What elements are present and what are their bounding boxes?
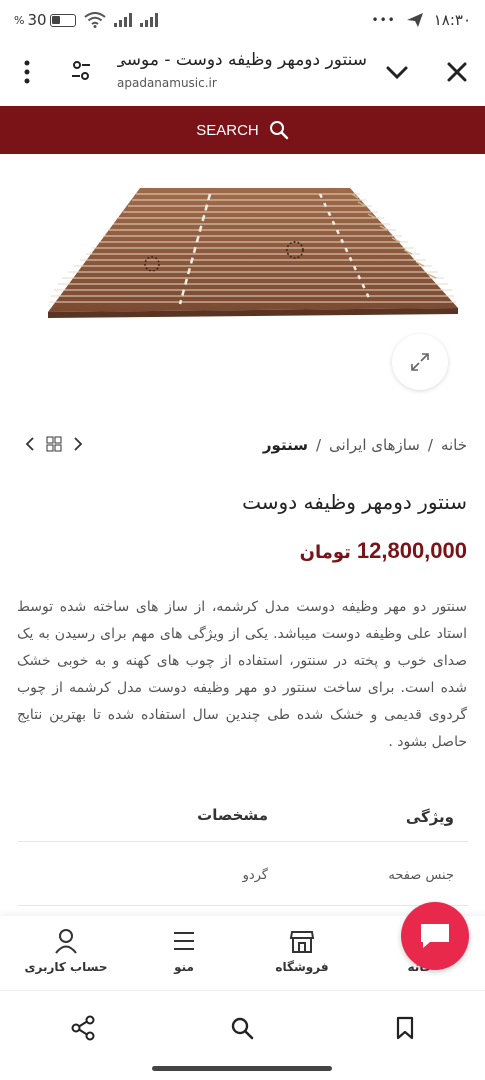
grid-icon[interactable] <box>46 436 62 452</box>
wifi-icon <box>83 12 106 28</box>
page-title: سنتور دومهر وظیفه دوست - موسی.. <box>117 50 367 70</box>
tab-account[interactable]: حساب کاربری <box>16 928 116 974</box>
zoom-button[interactable] <box>392 334 448 390</box>
price-currency: تومان <box>299 542 351 563</box>
chevron-left-icon[interactable] <box>24 437 36 451</box>
chat-button[interactable] <box>401 902 469 970</box>
tab-shop[interactable]: فروشگاه <box>252 928 352 974</box>
search-icon <box>269 121 288 140</box>
breadcrumb-home[interactable]: خانه <box>441 436 467 454</box>
product-image[interactable] <box>40 180 460 320</box>
breadcrumb-current: سنتور <box>262 436 308 454</box>
tab-menu[interactable]: منو <box>134 928 234 974</box>
find-in-page-icon[interactable] <box>229 1015 255 1041</box>
chat-icon <box>421 924 449 948</box>
home-indicator[interactable] <box>152 1066 332 1071</box>
product-title: سنتور دومهر وظیفه دوست <box>242 490 467 514</box>
page-info[interactable]: سنتور دومهر وظیفه دوست - موسی.. apadanam… <box>117 50 367 90</box>
battery-icon: % 30 <box>14 11 76 29</box>
price-amount: 12,800,000 <box>356 538 467 563</box>
signal-icon <box>113 13 132 27</box>
status-bar: % 30 ••• ۱۸:۳۰ <box>0 0 485 40</box>
page-settings-icon[interactable] <box>70 60 92 82</box>
breadcrumb-category[interactable]: سازهای ایرانی <box>329 436 420 454</box>
clock: ۱۸:۳۰ <box>433 11 471 29</box>
more-notifications: ••• <box>371 13 396 27</box>
product-description: سنتور دو مهر وظیفه دوست مدل کرشمه، از سا… <box>17 599 467 750</box>
breadcrumb-sep: / <box>315 436 322 454</box>
specs-header-feature: ویژگی <box>405 808 454 826</box>
page-url: apadanamusic.ir <box>117 76 217 90</box>
breadcrumb: خانه / سازهای ایرانی / سنتور <box>263 436 467 454</box>
user-icon <box>55 929 77 954</box>
status-left: % 30 <box>14 11 158 29</box>
chevron-right-icon[interactable] <box>72 437 84 451</box>
specs-header: ویژگی مشخصات <box>18 802 468 842</box>
expand-icon <box>411 353 429 371</box>
bookmark-icon[interactable] <box>392 1015 418 1041</box>
share-icon[interactable] <box>70 1015 96 1041</box>
battery-level: 30 <box>27 11 47 29</box>
send-icon <box>406 13 423 27</box>
breadcrumb-sep: / <box>427 436 433 454</box>
signal-icon-2 <box>139 13 158 27</box>
close-icon[interactable] <box>443 58 471 86</box>
chevron-down-icon[interactable] <box>383 60 411 86</box>
spec-key: جنس صفحه <box>388 868 454 883</box>
tab-account-label: حساب کاربری <box>24 960 108 974</box>
more-vert-icon[interactable] <box>22 58 32 86</box>
browser-header: سنتور دومهر وظیفه دوست - موسی.. apadanam… <box>0 40 485 106</box>
breadcrumb-row: خانه / سازهای ایرانی / سنتور <box>0 432 485 462</box>
product-nav <box>24 436 84 452</box>
status-right: ••• ۱۸:۳۰ <box>371 11 471 29</box>
tab-menu-label: منو <box>174 960 194 974</box>
search-label: SEARCH <box>196 121 259 139</box>
table-row: جنس صفحه گردو <box>18 844 468 906</box>
spec-value: گردو <box>242 868 268 883</box>
product-price: 12,800,000 تومان <box>300 538 467 564</box>
search-bar[interactable]: SEARCH <box>0 106 485 154</box>
store-icon <box>289 931 315 953</box>
tab-shop-label: فروشگاه <box>275 960 329 974</box>
specs-header-spec: مشخصات <box>197 806 268 824</box>
menu-icon <box>174 932 194 950</box>
